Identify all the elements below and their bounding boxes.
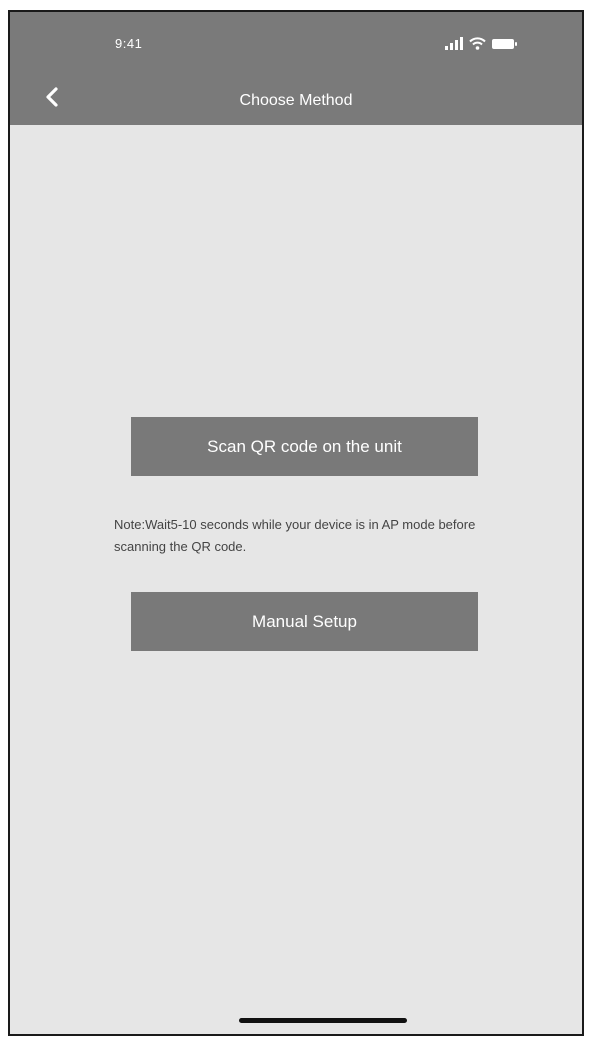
phone-screen: 9:41 Choose Method Scan QR code on the u… — [8, 10, 584, 1036]
home-indicator[interactable] — [239, 1018, 407, 1023]
signal-icon — [445, 37, 463, 50]
scan-qr-button[interactable]: Scan QR code on the unit — [131, 417, 478, 476]
manual-setup-button[interactable]: Manual Setup — [131, 592, 478, 651]
status-icons — [445, 36, 518, 50]
header-bar: 9:41 Choose Method — [10, 12, 582, 125]
wifi-icon — [469, 37, 486, 50]
status-time: 9:41 — [115, 36, 143, 51]
page-title: Choose Method — [239, 92, 353, 109]
battery-icon — [492, 38, 518, 50]
ap-mode-note: Note:Wait5-10 seconds while your device … — [114, 517, 476, 554]
